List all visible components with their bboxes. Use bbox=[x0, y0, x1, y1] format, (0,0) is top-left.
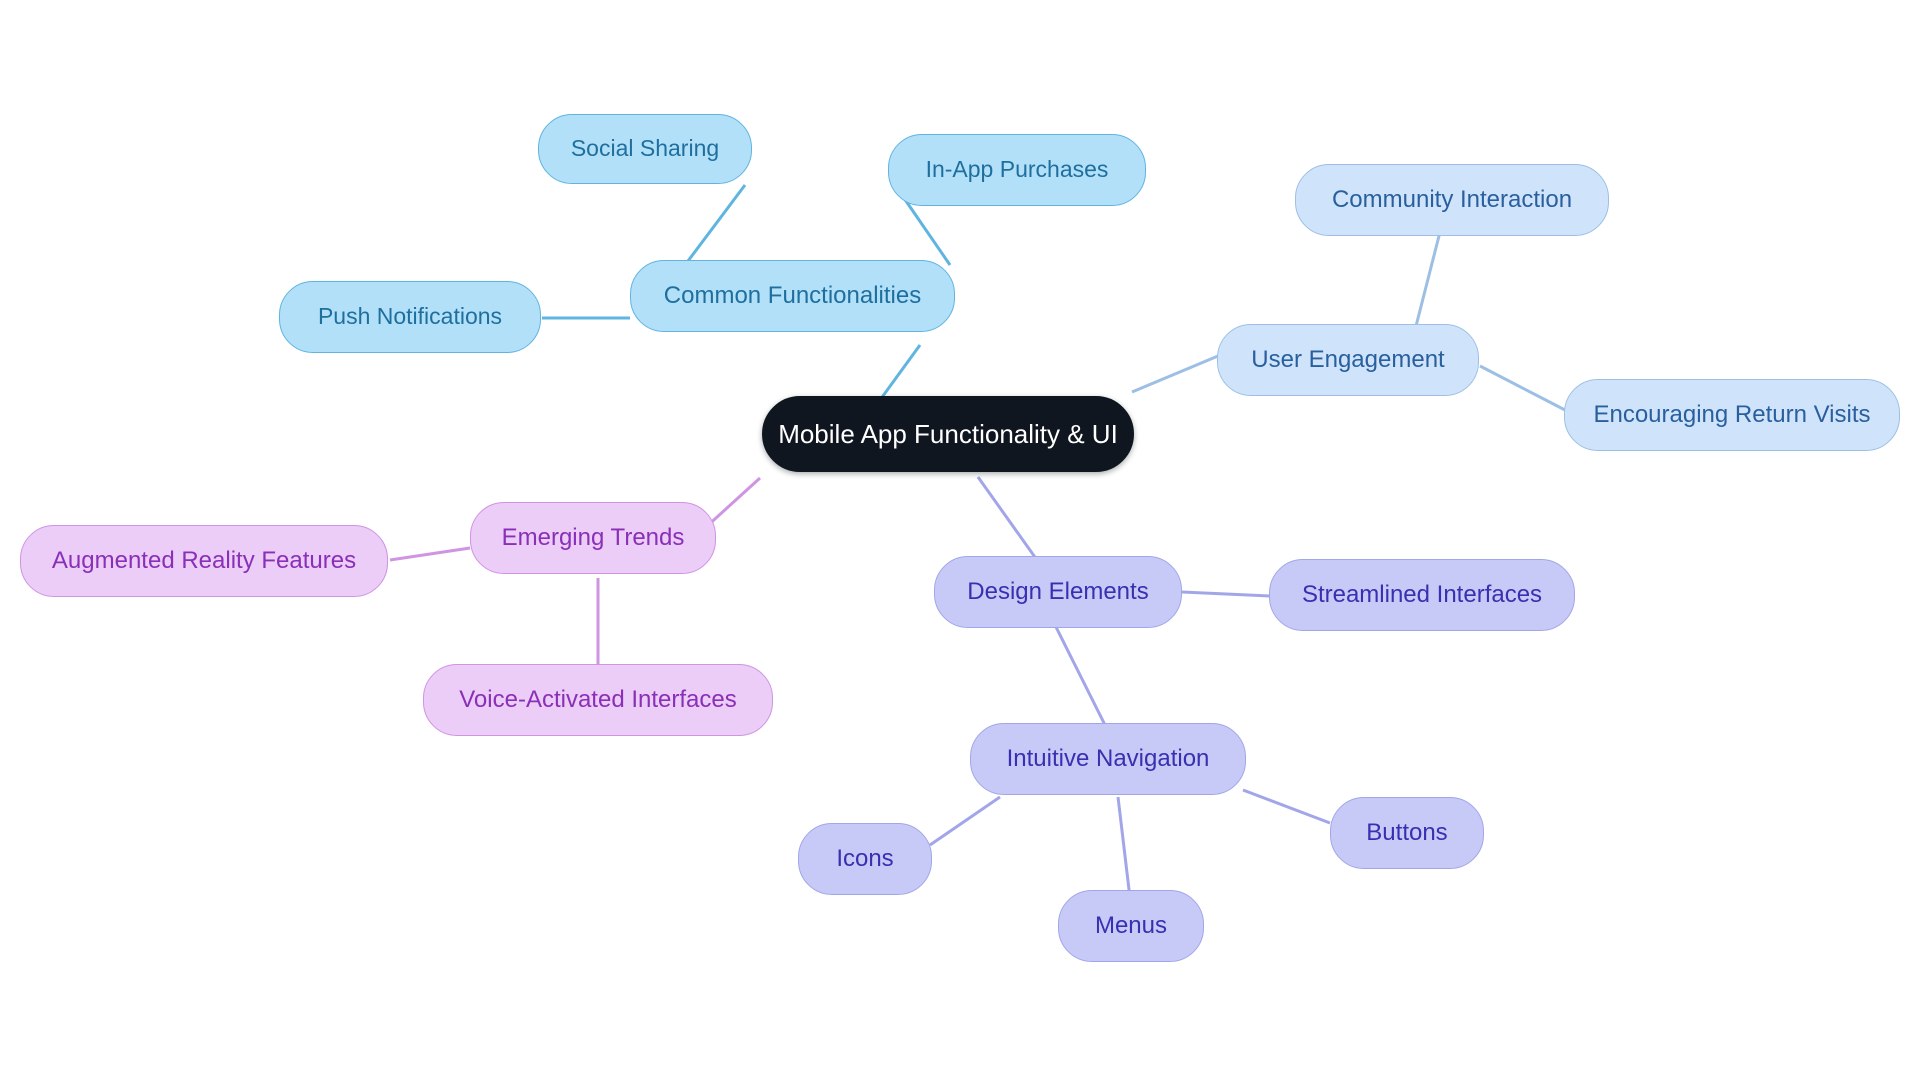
node-emerging-trends[interactable]: Emerging Trends bbox=[470, 502, 716, 574]
node-user-engagement-label: User Engagement bbox=[1251, 345, 1445, 373]
node-root-label: Mobile App Functionality & UI bbox=[778, 418, 1118, 449]
edge-user-engagement-encouraging-return-visits bbox=[1479, 364, 1566, 412]
edge-user-engagement-community-interaction bbox=[1413, 231, 1442, 331]
node-encouraging-return-visits[interactable]: Encouraging Return Visits bbox=[1564, 379, 1900, 451]
node-menus-label: Menus bbox=[1094, 911, 1168, 939]
node-social-sharing-label: Social Sharing bbox=[570, 135, 720, 162]
edge-root-emerging-trends bbox=[703, 476, 762, 530]
edge-intuitive-navigation-menus bbox=[1116, 796, 1132, 899]
node-user-engagement[interactable]: User Engagement bbox=[1217, 324, 1479, 396]
node-icons-label: Icons bbox=[836, 844, 894, 872]
edge-root-common-functionalities bbox=[878, 344, 922, 401]
node-augmented-reality-features-label: Augmented Reality Features bbox=[51, 546, 357, 574]
node-icons[interactable]: Icons bbox=[798, 823, 932, 895]
node-root[interactable]: Mobile App Functionality & UI bbox=[762, 396, 1134, 472]
node-design-elements-label: Design Elements bbox=[967, 577, 1149, 605]
mindmap-canvas: Mobile App Functionality & UI Common Fun… bbox=[0, 0, 1920, 1083]
node-augmented-reality-features[interactable]: Augmented Reality Features bbox=[20, 525, 388, 597]
node-buttons[interactable]: Buttons bbox=[1330, 797, 1484, 869]
edge-design-elements-intuitive-navigation bbox=[1053, 624, 1107, 726]
edge-emerging-trends-augmented-reality bbox=[389, 546, 471, 562]
node-voice-activated-interfaces-label: Voice-Activated Interfaces bbox=[459, 685, 737, 713]
node-intuitive-navigation-label: Intuitive Navigation bbox=[1006, 744, 1210, 772]
node-intuitive-navigation[interactable]: Intuitive Navigation bbox=[970, 723, 1246, 795]
node-streamlined-interfaces-label: Streamlined Interfaces bbox=[1301, 580, 1543, 608]
node-social-sharing[interactable]: Social Sharing bbox=[538, 114, 752, 184]
edge-intuitive-navigation-icons bbox=[929, 795, 1001, 847]
node-voice-activated-interfaces[interactable]: Voice-Activated Interfaces bbox=[423, 664, 773, 736]
node-design-elements[interactable]: Design Elements bbox=[934, 556, 1182, 628]
edge-root-design-elements bbox=[976, 476, 1039, 561]
edge-root-user-engagement bbox=[1131, 354, 1219, 394]
node-encouraging-return-visits-label: Encouraging Return Visits bbox=[1593, 400, 1871, 428]
node-in-app-purchases-label: In-App Purchases bbox=[925, 156, 1109, 183]
node-community-interaction-label: Community Interaction bbox=[1331, 185, 1573, 213]
node-in-app-purchases[interactable]: In-App Purchases bbox=[888, 134, 1146, 206]
edge-design-elements-streamlined-interfaces bbox=[1181, 590, 1271, 598]
node-emerging-trends-label: Emerging Trends bbox=[501, 523, 685, 551]
node-common-functionalities-label: Common Functionalities bbox=[663, 281, 922, 309]
node-community-interaction[interactable]: Community Interaction bbox=[1295, 164, 1609, 236]
node-buttons-label: Buttons bbox=[1366, 818, 1448, 846]
edge-intuitive-navigation-buttons bbox=[1242, 788, 1331, 825]
node-common-functionalities[interactable]: Common Functionalities bbox=[630, 260, 955, 332]
node-streamlined-interfaces[interactable]: Streamlined Interfaces bbox=[1269, 559, 1575, 631]
node-push-notifications-label: Push Notifications bbox=[317, 303, 503, 330]
edge-common-social-sharing bbox=[683, 184, 747, 266]
node-menus[interactable]: Menus bbox=[1058, 890, 1204, 962]
node-push-notifications[interactable]: Push Notifications bbox=[279, 281, 541, 353]
